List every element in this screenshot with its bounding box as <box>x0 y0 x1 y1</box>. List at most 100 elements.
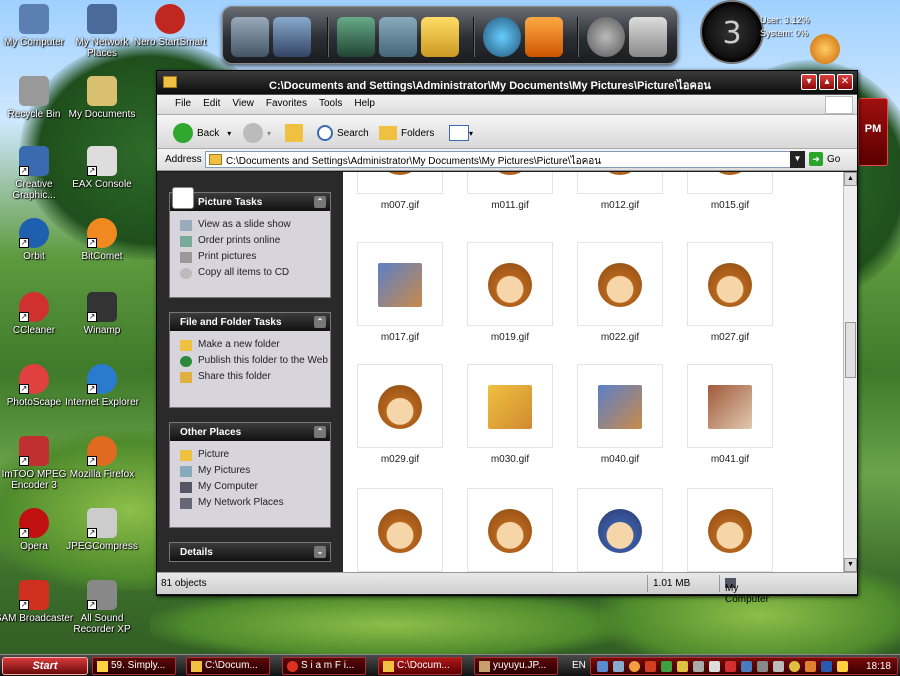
file-item[interactable]: m019.gif <box>467 242 553 343</box>
file-item[interactable]: m029.gif <box>357 364 443 465</box>
desktop-icon-firefox[interactable]: ↗ Mozilla Firefox <box>62 436 142 480</box>
forward-button[interactable]: ▾ <box>243 122 271 144</box>
tray-icon[interactable] <box>661 661 672 672</box>
tray-icon[interactable] <box>645 661 656 672</box>
file-item[interactable] <box>467 488 553 572</box>
title-bar[interactable]: C:\Documents and Settings\Administrator\… <box>157 71 857 95</box>
scroll-thumb[interactable] <box>845 322 856 378</box>
taskbar-item[interactable]: C:\Docum... <box>186 657 270 675</box>
language-indicator[interactable]: EN <box>572 660 586 671</box>
tray-icon[interactable] <box>629 661 640 672</box>
picture-tasks-header[interactable]: Picture Tasks ⌃ <box>170 193 330 211</box>
go-button[interactable]: ➜ Go <box>809 152 840 166</box>
task-slideshow[interactable]: View as a slide show <box>170 217 330 233</box>
file-item[interactable]: m015.gif <box>687 172 773 211</box>
expand-icon[interactable]: ⌄ <box>314 546 326 558</box>
computer-icon[interactable] <box>231 17 269 57</box>
orb-icon[interactable] <box>810 34 840 64</box>
collapse-icon[interactable]: ⌃ <box>314 196 326 208</box>
file-folder-tasks-header[interactable]: File and Folder Tasks ⌃ <box>170 313 330 331</box>
details-header[interactable]: Details ⌄ <box>170 543 330 561</box>
file-item[interactable]: m022.gif <box>577 242 663 343</box>
side-panel[interactable]: PM <box>858 98 888 166</box>
taskbar-item[interactable]: 59. Simply... <box>92 657 176 675</box>
tray-icon[interactable] <box>773 661 784 672</box>
other-places-header[interactable]: Other Places ⌃ <box>170 423 330 441</box>
taskbar-item[interactable]: S i a m F i... <box>282 657 366 675</box>
gear-icon[interactable] <box>587 17 625 57</box>
scroll-down-button[interactable]: ▼ <box>844 558 857 572</box>
file-item[interactable]: m040.gif <box>577 364 663 465</box>
menu-tools[interactable]: Tools <box>313 95 348 112</box>
menu-favorites[interactable]: Favorites <box>260 95 313 112</box>
books-icon[interactable] <box>337 17 375 57</box>
menu-file[interactable]: File <box>169 95 197 112</box>
menu-help[interactable]: Help <box>348 95 381 112</box>
file-item[interactable]: m017.gif <box>357 242 443 343</box>
globe-icon[interactable] <box>483 17 521 57</box>
search-button[interactable]: Search <box>317 122 369 144</box>
task-publish-web[interactable]: Publish this folder to the Web <box>170 353 330 369</box>
back-button[interactable]: Back ▾ <box>173 122 231 144</box>
file-item[interactable]: m012.gif <box>577 172 663 211</box>
control-panel-icon[interactable] <box>273 17 311 57</box>
collapse-icon[interactable]: ⌃ <box>314 426 326 438</box>
file-item[interactable]: m027.gif <box>687 242 773 343</box>
menu-edit[interactable]: Edit <box>197 95 226 112</box>
desktop-icon-winamp[interactable]: ↗ Winamp <box>62 292 142 336</box>
tray-icon[interactable] <box>677 661 688 672</box>
documents-icon[interactable] <box>379 17 417 57</box>
media-player-icon[interactable] <box>525 17 563 57</box>
scroll-up-button[interactable]: ▲ <box>844 172 857 186</box>
tray-icon[interactable] <box>597 661 608 672</box>
file-item[interactable] <box>687 488 773 572</box>
tray-icon[interactable] <box>757 661 768 672</box>
vertical-scrollbar[interactable]: ▲ ▼ <box>843 172 857 572</box>
trash-icon[interactable] <box>629 17 667 57</box>
menu-view[interactable]: View <box>226 95 260 112</box>
address-dropdown-button[interactable]: ▼ <box>790 151 805 168</box>
tray-icon[interactable] <box>789 661 800 672</box>
place-my-network[interactable]: My Network Places <box>170 495 330 511</box>
desktop-icon-eax-console[interactable]: ↗ EAX Console <box>62 146 142 190</box>
desktop-icon-my-documents[interactable]: My Documents <box>62 76 142 120</box>
taskbar-clock[interactable]: 18:18 <box>866 661 891 672</box>
place-my-computer[interactable]: My Computer <box>170 479 330 495</box>
lightning-icon[interactable] <box>837 661 848 672</box>
file-item[interactable]: m007.gif <box>357 172 443 211</box>
task-order-prints[interactable]: Order prints online <box>170 233 330 249</box>
file-item[interactable]: m011.gif <box>467 172 553 211</box>
desktop-icon-nero[interactable]: Nero StartSmart <box>130 4 210 48</box>
taskbar-item-active[interactable]: C:\Docum... <box>378 657 462 675</box>
desktop-icon-all-sound-recorder[interactable]: ↗ All Sound Recorder XP <box>62 580 142 635</box>
file-item[interactable] <box>357 488 443 572</box>
file-item[interactable]: m030.gif <box>467 364 553 465</box>
folders-button[interactable]: Folders <box>379 122 434 144</box>
volume-icon[interactable] <box>709 661 720 672</box>
views-button[interactable]: ▾ <box>449 122 473 144</box>
tray-icon[interactable] <box>725 661 736 672</box>
file-item[interactable] <box>577 488 663 572</box>
minimize-button[interactable]: ▾ <box>801 74 817 90</box>
close-button[interactable]: ✕ <box>837 74 853 90</box>
desktop-icon-bitcomet[interactable]: ↗ BitComet <box>62 218 142 262</box>
music-folder-icon[interactable] <box>421 17 459 57</box>
tray-icon[interactable] <box>805 661 816 672</box>
chevron-down-icon[interactable]: ▾ <box>227 129 231 138</box>
file-item[interactable]: m041.gif <box>687 364 773 465</box>
place-picture[interactable]: Picture <box>170 447 330 463</box>
tray-icon[interactable] <box>613 661 624 672</box>
collapse-icon[interactable]: ⌃ <box>314 316 326 328</box>
desktop-icon-jpegcompress[interactable]: ↗ JPEGCompress <box>62 508 142 552</box>
network-icon[interactable] <box>693 661 704 672</box>
maximize-button[interactable]: ▴ <box>819 74 835 90</box>
taskbar-item[interactable]: yuyuyu.JP... <box>474 657 558 675</box>
address-input[interactable]: C:\Documents and Settings\Administrator\… <box>205 151 805 168</box>
task-print-pictures[interactable]: Print pictures <box>170 249 330 265</box>
tray-icon[interactable] <box>741 661 752 672</box>
task-new-folder[interactable]: Make a new folder <box>170 337 330 353</box>
task-copy-to-cd[interactable]: Copy all items to CD <box>170 265 330 281</box>
task-share-folder[interactable]: Share this folder <box>170 369 330 385</box>
start-button[interactable]: Start <box>2 657 88 675</box>
up-button[interactable] <box>285 122 303 144</box>
